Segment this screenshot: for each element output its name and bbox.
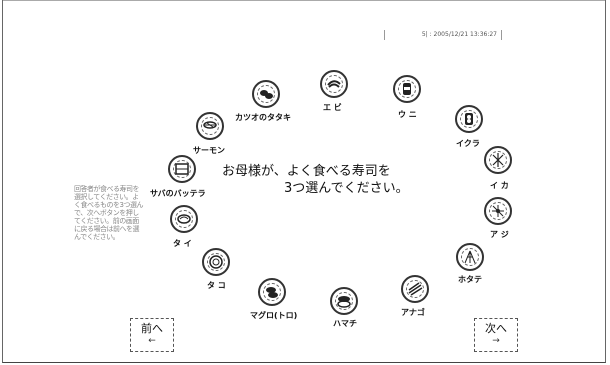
sea-bream-sushi-icon <box>177 214 191 224</box>
sushi-option-salmon[interactable] <box>196 112 224 140</box>
sushi-label-hamachi: ハマチ <box>333 319 357 328</box>
question-line-2: 3つ選んでください。 <box>284 181 409 196</box>
prev-button-label: 前へ <box>141 322 163 335</box>
sushi-label-ikura: イクラ <box>456 139 480 148</box>
next-button-label: 次へ <box>485 322 507 335</box>
sushi-option-tai[interactable] <box>170 205 198 233</box>
bonito-tataki-icon <box>260 90 273 99</box>
squid-sushi-icon <box>492 153 504 167</box>
sushi-label-ika: イ カ <box>490 181 509 190</box>
sushi-label-uni: ウ ニ <box>398 110 417 119</box>
sushi-option-tako[interactable] <box>202 248 230 276</box>
question-line-1: お母様が、よく食べる寿司を <box>222 164 391 179</box>
sushi-option-ika[interactable] <box>484 146 512 174</box>
sushi-option-uni[interactable] <box>393 75 421 103</box>
sushi-label-aji: ア ジ <box>490 230 509 239</box>
sushi-option-anago[interactable] <box>401 275 429 303</box>
sushi-label-tai: タ イ <box>173 239 192 248</box>
instructions-text: 回答者が食べる寿司を選択してください。よく食べるものを3つ選んで、次へボタンを押… <box>74 185 143 241</box>
sushi-label-katsuo: カツオのタタキ <box>235 113 291 122</box>
question-text: お母様が、よく食べる寿司を 3つ選んでください。 <box>222 163 432 197</box>
yellowtail-sushi-icon <box>337 296 351 308</box>
sushi-option-hamachi[interactable] <box>330 287 358 315</box>
prev-button[interactable]: 前へ ← <box>130 318 174 352</box>
conger-eel-sushi-icon <box>408 282 423 296</box>
sushi-option-maguro[interactable] <box>258 278 286 306</box>
sushi-label-hotate: ホタテ <box>458 275 482 284</box>
sushi-label-ebi: エ ビ <box>323 103 342 112</box>
sushi-option-katsuo[interactable] <box>252 80 280 108</box>
octopus-sushi-icon <box>209 255 223 269</box>
right-arrow-icon: → <box>492 336 500 346</box>
sushi-option-hotate[interactable] <box>456 243 484 271</box>
horse-mackerel-sushi-icon <box>492 205 504 217</box>
header-timestamp: 5| : 2005/12/21 13:36:27 <box>384 30 502 40</box>
scallop-sushi-icon <box>464 250 476 264</box>
tuna-sushi-icon <box>266 287 278 298</box>
mackerel-battera-icon <box>175 163 189 175</box>
sushi-label-salmon: サーモン <box>193 146 225 155</box>
sushi-option-ebi[interactable] <box>320 70 348 98</box>
sushi-option-ikura[interactable] <box>455 105 483 133</box>
ikura-sushi-icon <box>465 113 473 125</box>
sushi-label-maguro: マグロ(トロ) <box>250 311 298 320</box>
uni-sushi-icon <box>403 83 411 95</box>
next-button[interactable]: 次へ → <box>474 318 518 352</box>
salmon-sushi-icon <box>203 121 217 129</box>
sushi-label-tako: タ コ <box>207 281 226 290</box>
sushi-option-saba[interactable] <box>168 155 196 183</box>
sushi-label-saba: サバのバッテラ <box>150 189 206 198</box>
sushi-label-anago: アナゴ <box>401 308 425 317</box>
left-arrow-icon: ← <box>148 336 156 346</box>
shrimp-sushi-icon <box>327 80 341 88</box>
sushi-option-aji[interactable] <box>484 197 512 225</box>
